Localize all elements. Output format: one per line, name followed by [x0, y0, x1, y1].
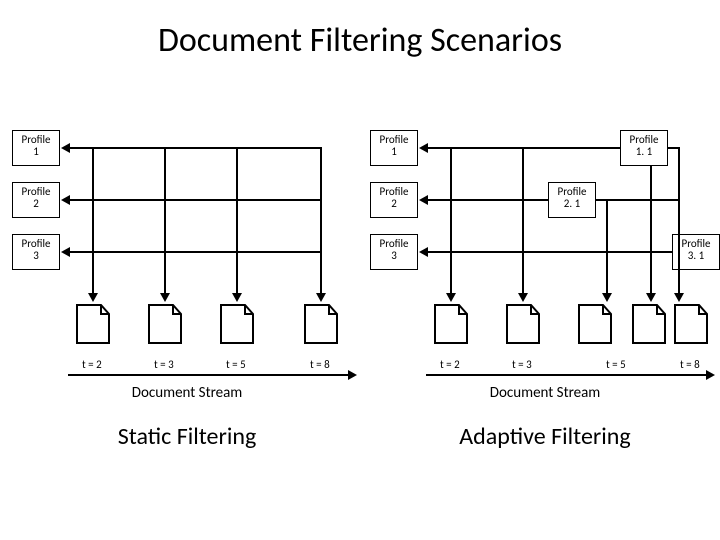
arrow-head — [160, 293, 170, 302]
arrow-head — [88, 293, 98, 302]
arrow-head — [706, 370, 715, 380]
time-label: t = 3 — [512, 358, 532, 371]
profile-2-1-box: Profile2. 1 — [548, 182, 596, 218]
arrow-head — [61, 195, 70, 205]
document-icon — [674, 304, 708, 344]
document-icon — [304, 304, 338, 344]
connector — [236, 147, 238, 293]
static-filtering-panel: Profile1 Profile2 Profile3 t = 2 t = 3 t… — [12, 130, 362, 490]
slide-title: Document Filtering Scenarios — [0, 20, 720, 61]
time-label: t = 8 — [680, 358, 700, 371]
time-label: t = 5 — [606, 358, 626, 371]
arrow-head — [419, 195, 428, 205]
profile-2-box: Profile2 — [12, 182, 60, 218]
document-icon — [632, 304, 666, 344]
time-axis — [426, 374, 706, 376]
arrow-head — [602, 293, 612, 302]
profile-1-box: Profile1 — [12, 130, 60, 166]
document-icon — [76, 304, 110, 344]
document-stream-label: Document Stream — [12, 384, 362, 402]
connector — [164, 147, 166, 293]
connector — [596, 199, 680, 201]
connector — [320, 147, 322, 293]
connector — [650, 166, 652, 293]
document-icon — [506, 304, 540, 344]
document-icon — [220, 304, 254, 344]
arrow-head — [316, 293, 326, 302]
time-label: t = 8 — [310, 358, 330, 371]
time-axis — [68, 374, 348, 376]
connector — [70, 147, 322, 149]
arrow-head — [419, 247, 428, 257]
arrow-head — [646, 293, 656, 302]
connector — [606, 199, 608, 293]
connector — [428, 251, 672, 253]
arrow-head — [518, 293, 528, 302]
arrow-head — [61, 143, 70, 153]
connector — [70, 251, 322, 253]
document-icon — [148, 304, 182, 344]
time-label: t = 2 — [440, 358, 460, 371]
arrow-head — [674, 293, 684, 302]
connector — [428, 199, 548, 201]
connector — [70, 199, 322, 201]
time-label: t = 3 — [154, 358, 174, 371]
arrow-head — [232, 293, 242, 302]
adaptive-filtering-label: Adaptive Filtering — [370, 422, 720, 451]
connector — [522, 147, 524, 293]
profile-1-1-box: Profile1. 1 — [620, 130, 668, 166]
time-label: t = 5 — [226, 358, 246, 371]
connector — [92, 147, 94, 293]
document-icon — [434, 304, 468, 344]
profile-3-box: Profile3 — [370, 234, 418, 270]
profile-3-box: Profile3 — [12, 234, 60, 270]
arrow-head — [348, 370, 357, 380]
document-stream-label: Document Stream — [370, 384, 720, 402]
connector — [678, 147, 680, 293]
profile-1-box: Profile1 — [370, 130, 418, 166]
time-label: t = 2 — [82, 358, 102, 371]
arrow-head — [419, 143, 428, 153]
profile-2-box: Profile2 — [370, 182, 418, 218]
arrow-head — [61, 247, 70, 257]
arrow-head — [446, 293, 456, 302]
static-filtering-label: Static Filtering — [12, 422, 362, 451]
connector — [428, 147, 620, 149]
document-icon — [578, 304, 612, 344]
connector — [450, 147, 452, 293]
adaptive-filtering-panel: Profile1 Profile2 Profile3 Profile1. 1 P… — [370, 130, 720, 490]
